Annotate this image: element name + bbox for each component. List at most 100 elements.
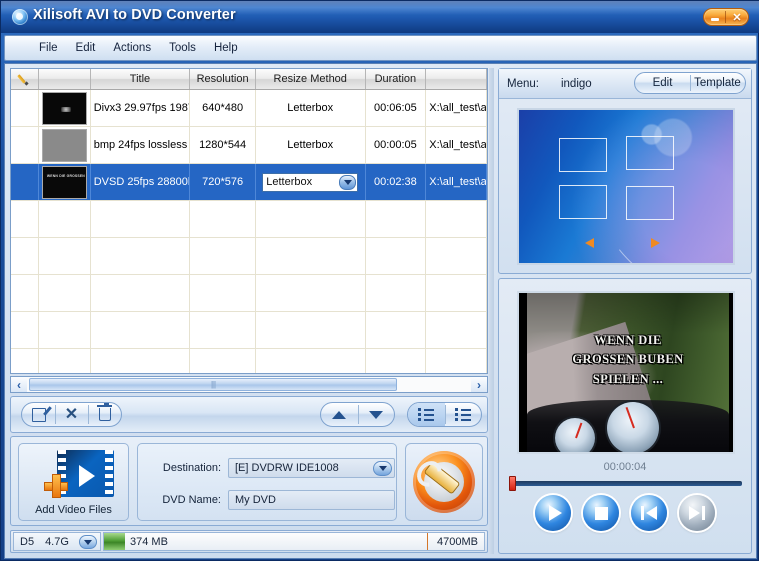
edit-icon <box>31 407 46 422</box>
table-row-selected[interactable]: WENN DIE GROSSEN BUBEN SPIELEN ... DVSD … <box>11 164 487 201</box>
list-view-icon <box>454 408 471 421</box>
row-check-cell[interactable] <box>11 164 39 200</box>
table-row[interactable]: bmp 24fps lossless 4 1280*544 Letterbox … <box>11 127 487 164</box>
row-duration: 00:00:05 <box>366 127 427 163</box>
arrow-up-icon <box>332 410 347 419</box>
close-icon: ✕ <box>64 405 79 423</box>
scroll-thumb[interactable]: |||| <box>29 378 397 391</box>
view-list-button[interactable] <box>444 403 482 426</box>
row-check-cell[interactable] <box>11 127 39 163</box>
right-pane: Menu: indigo Edit Template WENN DIE GROS… <box>494 64 756 558</box>
previous-button[interactable] <box>631 495 667 531</box>
row-check-cell[interactable] <box>11 90 39 126</box>
destination-dropdown[interactable]: [E] DVDRW IDE1008 <box>228 458 395 478</box>
chevron-down-icon[interactable] <box>373 461 392 476</box>
menu-help[interactable]: Help <box>206 40 246 56</box>
disc-type-dropdown[interactable]: D5 4.7G <box>13 532 101 551</box>
menu-actions[interactable]: Actions <box>105 40 159 56</box>
menu-edit-button[interactable]: Edit <box>635 73 690 93</box>
clear-list-button[interactable] <box>88 403 121 426</box>
menu-file[interactable]: File <box>31 40 66 56</box>
menu-actions-group: Edit Template <box>634 72 746 94</box>
seek-slider[interactable] <box>509 476 742 491</box>
table-empty-row[interactable] <box>11 238 487 275</box>
menu-label: Menu: <box>507 77 539 90</box>
burn-button[interactable] <box>405 443 483 521</box>
stop-button[interactable] <box>583 495 619 531</box>
scroll-right-icon[interactable]: › <box>471 377 487 392</box>
add-video-files-label: Add Video Files <box>35 504 112 516</box>
menu-edit[interactable]: Edit <box>68 40 104 56</box>
video-thumbnail <box>41 91 87 125</box>
window-controls: ✕ <box>703 8 749 26</box>
column-header-resize-method[interactable]: Resize Method <box>256 69 366 89</box>
menu-template-name: indigo <box>560 77 592 90</box>
column-header-thumb[interactable] <box>39 69 91 89</box>
column-header-check[interactable] <box>11 69 39 89</box>
row-resolution: 720*576 <box>190 164 256 200</box>
destination-row: Destination: [E] DVDRW IDE1008 <box>146 458 395 478</box>
column-header-title[interactable]: Title <box>91 69 191 89</box>
content-area: Title Resolution Resize Method Duration … <box>4 63 757 559</box>
view-details-button[interactable] <box>408 403 445 426</box>
row-thumb-cell <box>39 90 91 126</box>
details-view-icon <box>418 408 435 421</box>
menu-slot-4[interactable] <box>626 186 674 220</box>
speedometer-gauge <box>607 402 659 452</box>
column-header-path[interactable] <box>426 69 487 89</box>
dvd-name-value: My DVD <box>235 494 276 506</box>
destination-panel: Destination: [E] DVDRW IDE1008 DVD Name:… <box>137 443 397 521</box>
next-icon <box>689 506 705 520</box>
arrow-down-icon <box>368 410 383 419</box>
table-empty-row[interactable] <box>11 275 487 312</box>
table-empty-row[interactable] <box>11 312 487 349</box>
move-down-button[interactable] <box>357 403 395 426</box>
table-horizontal-scrollbar[interactable]: ‹ |||| › <box>10 376 488 393</box>
playback-timecode: 00:00:04 <box>603 461 647 473</box>
overlay-line-2: GROSSEN BUBEN <box>572 352 684 367</box>
add-video-files-button[interactable]: Add Video Files <box>18 443 129 521</box>
remove-file-button[interactable]: ✕ <box>55 403 88 426</box>
disc-status-bar: D5 4.7G 374 MB 4700MB <box>10 530 488 553</box>
dvd-menu-preview[interactable] <box>517 108 735 265</box>
table-empty-row[interactable] <box>11 349 487 373</box>
resize-method-dropdown[interactable]: Letterbox <box>262 172 359 192</box>
seek-handle[interactable] <box>509 476 516 491</box>
table-row[interactable]: Divx3 29.97fps 1987 640*480 Letterbox 00… <box>11 90 487 127</box>
capacity-marker <box>427 533 428 550</box>
next-button[interactable] <box>679 495 715 531</box>
move-up-button[interactable] <box>321 403 358 426</box>
row-duration: 00:06:05 <box>366 90 427 126</box>
menu-tools[interactable]: Tools <box>161 40 204 56</box>
table-empty-row[interactable] <box>11 201 487 238</box>
video-frame-image: WENN DIE GROSSEN BUBEN SPIELEN ... <box>527 293 729 452</box>
table-header-row: Title Resolution Resize Method Duration <box>11 69 487 90</box>
overlay-line-1: WENN DIE <box>594 333 662 347</box>
menu-slot-2[interactable] <box>626 136 674 170</box>
destination-label: Destination: <box>162 462 221 474</box>
menu-template-button[interactable]: Template <box>690 73 745 93</box>
row-resize-method[interactable]: Letterbox <box>256 127 366 163</box>
row-resolution: 640*480 <box>190 90 256 126</box>
scroll-track[interactable]: |||| <box>27 377 471 392</box>
pencil-icon <box>18 73 31 86</box>
menu-next-arrow-icon[interactable] <box>651 238 660 248</box>
column-header-duration[interactable]: Duration <box>366 69 427 89</box>
dvd-name-input[interactable]: My DVD <box>228 490 395 510</box>
menu-slot-1[interactable] <box>559 138 607 172</box>
video-preview[interactable]: WENN DIE GROSSEN BUBEN SPIELEN ... <box>517 291 735 454</box>
chevron-down-icon[interactable] <box>79 535 97 549</box>
play-icon <box>548 505 562 521</box>
menu-prev-arrow-icon[interactable] <box>585 238 594 248</box>
previous-icon <box>641 506 657 520</box>
row-resize-method-cell[interactable]: Letterbox <box>256 164 366 200</box>
scroll-left-icon[interactable]: ‹ <box>11 377 27 392</box>
edit-file-button[interactable] <box>22 403 55 426</box>
chevron-down-icon[interactable] <box>339 174 357 190</box>
close-button[interactable]: ✕ <box>726 9 748 25</box>
column-header-resolution[interactable]: Resolution <box>190 69 256 89</box>
row-resize-method[interactable]: Letterbox <box>256 90 366 126</box>
minimize-button[interactable] <box>704 9 726 25</box>
menu-slot-3[interactable] <box>559 185 607 219</box>
play-button[interactable] <box>535 495 571 531</box>
